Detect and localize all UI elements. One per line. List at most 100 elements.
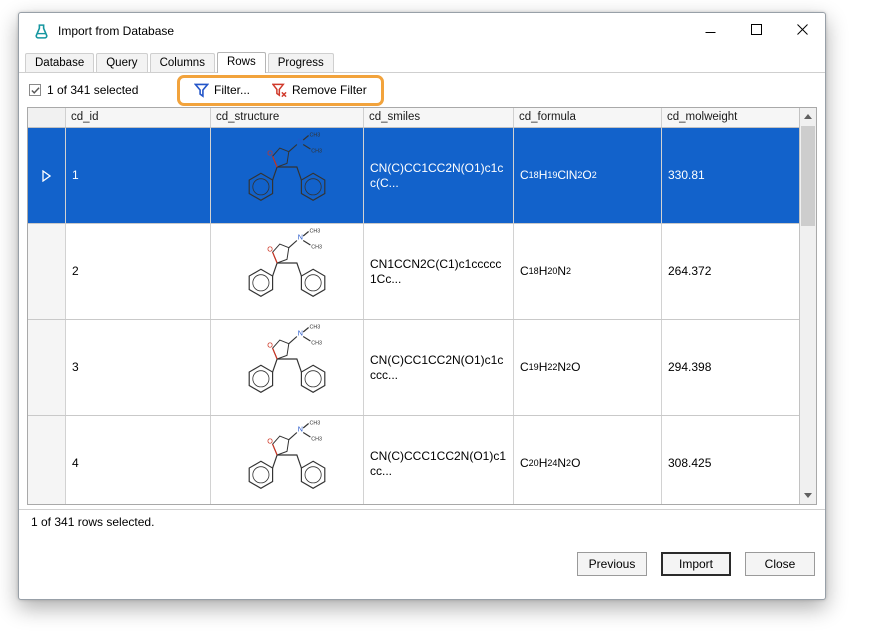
molecule-structure-image: O N CH3 CH3 <box>248 420 326 489</box>
close-dialog-button[interactable]: Close <box>745 552 815 576</box>
remove-filter-funnel-icon <box>272 83 287 97</box>
cell-cd-id[interactable]: 2 <box>66 224 211 319</box>
table-row[interactable]: 4 O N CH3 CH3 CN(C)CCC1CC2N(O1)c1cc... C… <box>28 416 799 504</box>
molecule-structure-image: O N CH3 CH3 <box>248 132 326 201</box>
svg-text:N: N <box>298 136 303 145</box>
molecule-structure-image: O N CH3 CH3 <box>248 324 326 393</box>
row-selector-cell[interactable] <box>28 416 66 504</box>
svg-text:CH3: CH3 <box>310 132 321 138</box>
cell-cd-formula[interactable]: C 20 H 24 N 2 O <box>514 416 662 504</box>
import-from-database-dialog: Import from Database Database Query Column… <box>18 12 826 600</box>
cell-cd-smiles[interactable]: CN(C)CC1CC2N(O1)c1cc(C... <box>364 128 514 223</box>
tab-bar: Database Query Columns Rows Progress <box>19 49 825 73</box>
svg-text:CH3: CH3 <box>310 228 321 234</box>
cell-cd-structure[interactable]: O N CH3 CH3 <box>211 128 364 223</box>
maximize-icon <box>750 23 762 35</box>
cell-cd-smiles[interactable]: CN1CCN2C(C1)c1ccccc1Cc... <box>364 224 514 319</box>
window-controls <box>687 13 825 49</box>
scroll-down-button[interactable] <box>800 487 816 504</box>
column-header-cd_formula[interactable]: cd_formula <box>514 108 662 127</box>
cell-cd-molweight[interactable]: 330.81 <box>662 128 799 223</box>
rows-toolbar: 1 of 341 selected Filter... Remove Filte… <box>19 73 825 107</box>
results-table: cd_id cd_structure cd_smiles cd_formula cd_m… <box>27 107 817 505</box>
vertical-scrollbar[interactable] <box>799 108 816 504</box>
cell-cd-smiles[interactable]: CN(C)CC1CC2N(O1)c1cccc... <box>364 320 514 415</box>
filter-button-group: Filter... Remove Filter <box>177 74 384 106</box>
filter-button-label: Filter... <box>214 83 251 97</box>
minimize-button[interactable] <box>687 13 733 45</box>
svg-text:O: O <box>267 244 273 253</box>
cell-cd-structure[interactable]: O N CH3 CH3 <box>211 224 364 319</box>
svg-text:CH3: CH3 <box>311 244 322 250</box>
cell-cd-id[interactable]: 3 <box>66 320 211 415</box>
minimize-icon <box>705 31 715 33</box>
cell-cd-molweight[interactable]: 264.372 <box>662 224 799 319</box>
results-grid: cd_id cd_structure cd_smiles cd_formula cd_m… <box>28 108 799 504</box>
table-body: 1 O N CH3 CH3 CN(C)CC1CC2N(O1)c1cc(C... … <box>28 128 799 504</box>
check-icon <box>30 86 40 94</box>
cell-cd-id[interactable]: 4 <box>66 416 211 504</box>
svg-text:O: O <box>267 340 273 349</box>
selection-checkbox[interactable] <box>29 84 41 96</box>
row-selector-cell[interactable] <box>28 128 66 223</box>
table-row[interactable]: 3 O N CH3 CH3 CN(C)CC1CC2N(O1)c1cccc... … <box>28 320 799 416</box>
tab-rows[interactable]: Rows <box>216 52 266 73</box>
table-row[interactable]: 2 O N CH3 CH3 CN1CCN2C(C1)c1ccccc1Cc... … <box>28 224 799 320</box>
scroll-down-icon <box>804 493 812 498</box>
scroll-up-icon <box>804 114 812 119</box>
filter-funnel-icon <box>194 83 209 98</box>
row-selector-cell[interactable] <box>28 320 66 415</box>
status-bar: 1 of 341 rows selected. <box>19 509 825 533</box>
title-bar: Import from Database <box>19 13 825 49</box>
tab-columns[interactable]: Columns <box>149 53 215 72</box>
column-header-cd_structure[interactable]: cd_structure <box>211 108 364 127</box>
cell-cd-molweight[interactable]: 308.425 <box>662 416 799 504</box>
row-selector-cell[interactable] <box>28 224 66 319</box>
svg-text:CH3: CH3 <box>311 148 322 154</box>
cell-cd-molweight[interactable]: 294.398 <box>662 320 799 415</box>
cell-cd-structure[interactable]: O N CH3 CH3 <box>211 320 364 415</box>
footer-button-bar: Previous Import Close <box>19 533 825 599</box>
molecule-structure-image: O N CH3 CH3 <box>248 228 326 297</box>
svg-text:O: O <box>267 436 273 445</box>
svg-text:CH3: CH3 <box>310 324 321 330</box>
cell-cd-formula[interactable]: C 18 H 20 N 2 <box>514 224 662 319</box>
cell-cd-structure[interactable]: O N CH3 CH3 <box>211 416 364 504</box>
svg-text:CH3: CH3 <box>310 420 321 426</box>
column-header-cd_smiles[interactable]: cd_smiles <box>364 108 514 127</box>
window-title: Import from Database <box>58 24 175 38</box>
current-row-arrow-icon <box>42 169 51 182</box>
import-button[interactable]: Import <box>661 552 731 576</box>
cell-cd-id[interactable]: 1 <box>66 128 211 223</box>
selection-checkbox-group[interactable]: 1 of 341 selected <box>29 83 169 97</box>
cell-cd-formula[interactable]: C 18 H 19 ClN 2 O 2 <box>514 128 662 223</box>
column-header-cd_molweight[interactable]: cd_molweight <box>662 108 799 127</box>
status-text: 1 of 341 rows selected. <box>31 514 155 529</box>
cell-cd-smiles[interactable]: CN(C)CCC1CC2N(O1)c1cc... <box>364 416 514 504</box>
remove-filter-button-label: Remove Filter <box>292 83 367 97</box>
scrollbar-track[interactable] <box>800 227 816 487</box>
tab-progress[interactable]: Progress <box>267 53 334 72</box>
remove-filter-button[interactable]: Remove Filter <box>269 81 370 100</box>
tab-database[interactable]: Database <box>25 53 95 72</box>
scroll-up-button[interactable] <box>800 108 816 125</box>
table-header: cd_id cd_structure cd_smiles cd_formula cd_m… <box>28 108 799 128</box>
svg-text:CH3: CH3 <box>311 340 322 346</box>
close-icon <box>796 23 808 35</box>
column-header-cd_id[interactable]: cd_id <box>66 108 211 127</box>
selection-checkbox-label: 1 of 341 selected <box>47 83 139 97</box>
close-button[interactable] <box>779 13 825 45</box>
svg-text:CH3: CH3 <box>311 436 322 442</box>
scrollbar-thumb[interactable] <box>801 126 815 226</box>
maximize-button[interactable] <box>733 13 779 45</box>
filter-button[interactable]: Filter... <box>191 81 253 100</box>
table-row[interactable]: 1 O N CH3 CH3 CN(C)CC1CC2N(O1)c1cc(C... … <box>28 128 799 224</box>
cell-cd-formula[interactable]: C 19 H 22 N 2 O <box>514 320 662 415</box>
previous-button[interactable]: Previous <box>577 552 647 576</box>
app-icon <box>35 23 48 39</box>
svg-text:N: N <box>298 232 303 241</box>
tab-query[interactable]: Query <box>96 53 148 72</box>
svg-text:N: N <box>298 424 303 433</box>
header-corner-cell <box>28 108 66 127</box>
svg-text:O: O <box>267 148 273 157</box>
